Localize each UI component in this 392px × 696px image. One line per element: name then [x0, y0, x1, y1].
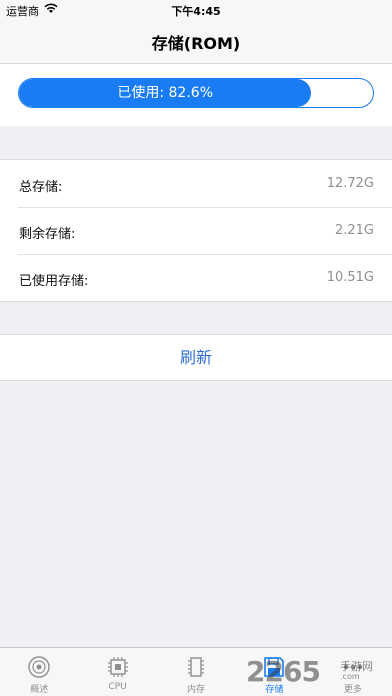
nav-bar: 存储(ROM)	[0, 20, 392, 64]
tab-label: 内存	[187, 685, 206, 695]
tab-memory[interactable]: 内存	[157, 648, 235, 696]
usage-progress-bar: 已使用: 82.6%	[18, 78, 374, 108]
usage-progress-section: 已使用: 82.6%	[0, 64, 392, 126]
list-item: 剩余存储: 2.21G	[0, 207, 392, 254]
refresh-button[interactable]: 刷新	[0, 334, 392, 381]
list-item: 已使用存储: 10.51G	[0, 254, 392, 301]
tab-label: 更多	[343, 685, 362, 695]
status-bar: 运营商 下午4:45	[0, 0, 392, 20]
tab-overview[interactable]: 概述	[0, 648, 78, 696]
watermark-logo: 2265	[246, 655, 321, 688]
list-item: 总存储: 12.72G	[0, 160, 392, 207]
used-storage-label: 已使用存储:	[19, 274, 89, 289]
overview-icon	[27, 655, 51, 679]
page-title: 存储(ROM)	[151, 34, 241, 53]
total-storage-value: 12.72G	[326, 176, 374, 191]
total-storage-label: 总存储:	[19, 180, 63, 195]
status-time: 下午4:45	[171, 5, 221, 18]
free-storage-label: 剩余存储:	[19, 227, 76, 242]
tab-label: CPU	[108, 682, 127, 692]
tab-bar: 概述 CPU 内存 存储 更多	[0, 647, 392, 696]
tab-label: 概述	[30, 685, 49, 695]
used-storage-value: 10.51G	[326, 270, 374, 285]
usage-progress-label: 已使用: 82.6%	[117, 85, 214, 101]
free-storage-value: 2.21G	[334, 223, 374, 238]
cpu-icon	[106, 655, 130, 679]
watermark-url: .com	[340, 672, 360, 681]
storage-info-list: 总存储: 12.72G 剩余存储: 2.21G 已使用存储: 10.51G	[0, 159, 392, 302]
memory-icon	[184, 655, 208, 679]
tab-cpu[interactable]: CPU	[78, 648, 156, 696]
